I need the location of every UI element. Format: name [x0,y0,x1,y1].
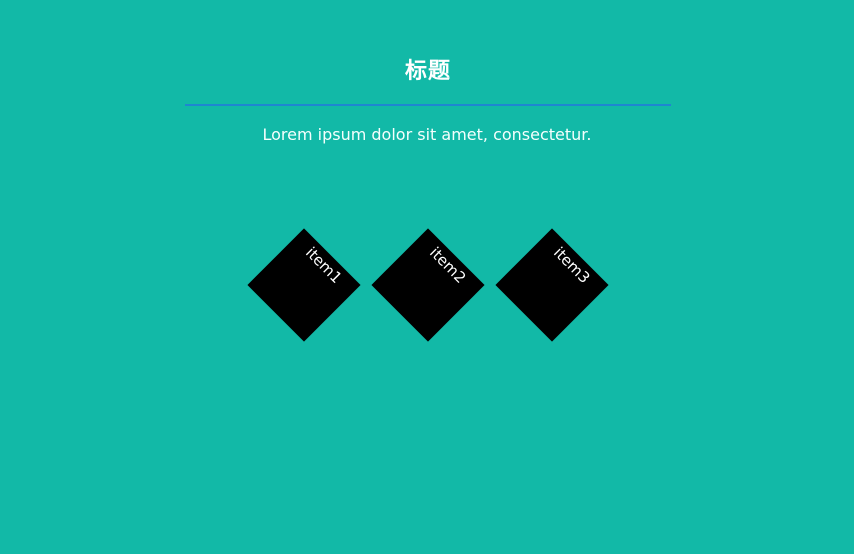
page: 标题 Lorem ipsum dolor sit amet, consectet… [0,0,854,554]
diamond-item-3[interactable]: item3 [495,228,609,342]
item-label: item2 [426,243,470,287]
diamond-item-1[interactable]: item1 [247,228,361,342]
diamond-item-2[interactable]: item2 [371,228,485,342]
item-grid: item1 item2 item3 [0,0,854,554]
item-label: item3 [550,243,594,287]
item-label: item1 [302,243,346,287]
